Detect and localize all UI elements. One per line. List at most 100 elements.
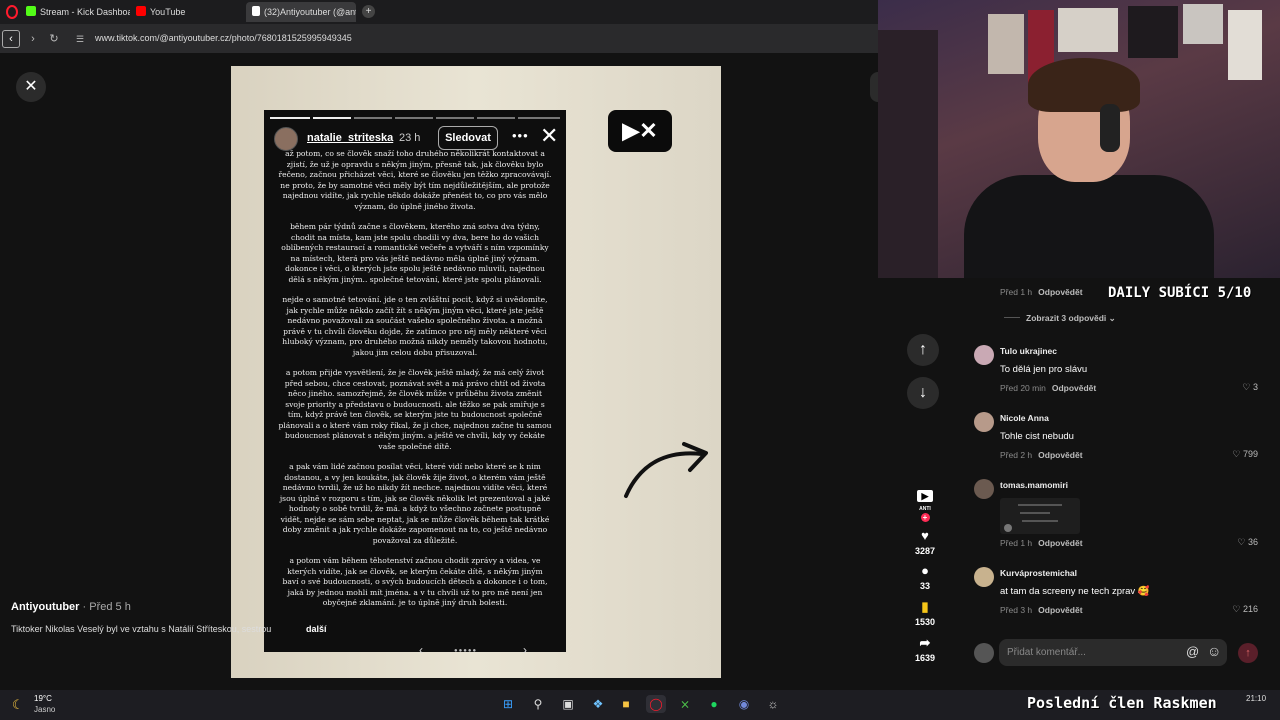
back-button[interactable]: ‹ bbox=[2, 30, 20, 48]
copilot-icon[interactable]: ❖ bbox=[588, 695, 608, 713]
comment-meta: Před 1 h Odpovědět bbox=[1000, 287, 1083, 297]
tab-youtube[interactable]: YouTube bbox=[136, 2, 236, 22]
channel-logo-icon: ▶ bbox=[917, 490, 933, 502]
reply-button[interactable]: Odpovědět bbox=[1038, 538, 1082, 548]
author-name: Antiyoutuber bbox=[11, 601, 80, 613]
comment-image[interactable] bbox=[1000, 498, 1080, 534]
photo-prev-button[interactable]: ‹ bbox=[419, 643, 423, 657]
comment-meta: Před 3 h Odpovědět bbox=[1000, 605, 1083, 615]
door bbox=[878, 30, 938, 278]
headphones bbox=[1100, 104, 1120, 152]
url-field[interactable]: www.tiktok.com/@antiyoutuber.cz/photo/76… bbox=[95, 33, 352, 43]
story-text: až potom, co se člověk snaží toho druhéh… bbox=[278, 149, 552, 629]
xbox-icon[interactable]: ⨯ bbox=[675, 695, 695, 713]
story-paragraph: a potom vám během těhotenství začnou cho… bbox=[282, 556, 548, 607]
site-info-icon[interactable]: ☰ bbox=[72, 31, 88, 47]
previous-post-button[interactable]: ↑ bbox=[907, 334, 939, 366]
story-paragraph: až potom, co se člověk snaží toho druhéh… bbox=[278, 149, 552, 211]
reply-button[interactable]: Odpovědět bbox=[1038, 450, 1082, 460]
story-close-icon: ✕ bbox=[540, 123, 559, 148]
poster bbox=[988, 14, 1024, 74]
follow-plus-icon[interactable]: + bbox=[920, 513, 930, 522]
tab-kick-dashboard[interactable]: Stream - Kick Dashboard bbox=[26, 2, 130, 22]
image-line bbox=[1018, 504, 1062, 506]
post-description: Tiktoker Nikolas Veselý byl ve vztahu s … bbox=[11, 624, 272, 634]
comment-meta: Před 2 h Odpovědět bbox=[1000, 450, 1083, 460]
reload-icon[interactable]: ↻ bbox=[46, 31, 62, 47]
save-action[interactable]: ▮ 1530 bbox=[906, 599, 944, 627]
opera-gx-icon[interactable]: ◯ bbox=[646, 695, 666, 713]
task-view-icon[interactable]: ▣ bbox=[558, 695, 578, 713]
story-avatar bbox=[274, 127, 298, 151]
story-paragraph: a potom přijde vysvětlení, že je člověk … bbox=[278, 368, 552, 451]
comment-like[interactable]: ♡ 799 bbox=[1218, 449, 1258, 460]
poster bbox=[1128, 6, 1178, 58]
emoji-icon[interactable]: ☺ bbox=[1207, 643, 1221, 659]
reply-button[interactable]: Odpovědět bbox=[1038, 287, 1082, 297]
comment-like[interactable]: ♡ 216 bbox=[1218, 604, 1258, 615]
tab-tiktok[interactable]: (32)Antiyoutuber (@antiy bbox=[246, 2, 356, 22]
obs-icon[interactable]: ☼ bbox=[763, 695, 783, 713]
image-avatar bbox=[1004, 524, 1012, 532]
search-button-partial[interactable] bbox=[870, 72, 878, 102]
avatar[interactable] bbox=[974, 567, 994, 587]
description-more-link[interactable]: další bbox=[306, 624, 327, 634]
streamer-webcam bbox=[878, 0, 1280, 278]
story-paragraph: nejde o samotné tetování. jde o ten zvlá… bbox=[282, 295, 548, 357]
post-author[interactable]: Antiyoutuber · Před 5 h bbox=[11, 601, 131, 613]
divider bbox=[1004, 317, 1020, 318]
comment-author[interactable]: Tulo ukrajinec bbox=[1000, 346, 1057, 356]
share-count: 1639 bbox=[914, 653, 936, 663]
weather-condition[interactable]: Jasno bbox=[34, 705, 55, 714]
comment-author[interactable]: Nicole Anna bbox=[1000, 413, 1049, 423]
arrow-icon bbox=[624, 442, 708, 498]
new-tab-button[interactable]: + bbox=[362, 5, 375, 18]
streamer-body bbox=[964, 175, 1214, 278]
story-progress-segment bbox=[436, 117, 474, 119]
comment-action[interactable]: ● 33 bbox=[906, 563, 944, 591]
discord-icon[interactable]: ◉ bbox=[734, 695, 754, 713]
share-action[interactable]: ➦ 1639 bbox=[906, 635, 944, 663]
save-count: 1530 bbox=[914, 617, 936, 627]
reply-button[interactable]: Odpovědět bbox=[1052, 383, 1096, 393]
story-paragraph: a pak vám lidé začnou posílat věci, kter… bbox=[279, 462, 551, 545]
comment-like[interactable]: ♡ 3 bbox=[1218, 382, 1258, 393]
clock[interactable]: 21:10 bbox=[1246, 694, 1266, 703]
close-viewer-button[interactable]: ✕ bbox=[16, 72, 46, 102]
image-line bbox=[1020, 512, 1050, 514]
send-comment-button[interactable]: ↑ bbox=[1238, 643, 1258, 663]
tiktok-icon bbox=[252, 6, 260, 16]
story-paragraph: během pár týdnů začne s člověkem, kteréh… bbox=[281, 222, 549, 284]
like-action[interactable]: ♥ 3287 bbox=[906, 528, 944, 556]
heart-icon: ♥ bbox=[921, 528, 929, 543]
comment-text: To dělá jen pro slávu bbox=[1000, 364, 1088, 375]
poster bbox=[1228, 10, 1262, 80]
file-explorer-icon[interactable]: ■ bbox=[616, 695, 636, 713]
story-time: 23 h bbox=[399, 132, 421, 144]
youtube-icon bbox=[136, 6, 146, 16]
search-icon[interactable]: ⚲ bbox=[528, 695, 548, 713]
comment-author[interactable]: tomas.mamomiri bbox=[1000, 480, 1068, 490]
weather-temperature[interactable]: 19°C bbox=[34, 694, 52, 703]
avatar[interactable] bbox=[974, 412, 994, 432]
comment-text: at tam da screeny ne tech zprav 🥰 bbox=[1000, 586, 1150, 597]
antiyoutuber-logo-badge: ▶✕ bbox=[608, 110, 672, 152]
show-replies-button[interactable]: Zobrazit 3 odpovědi ⌄ bbox=[1004, 313, 1116, 324]
next-post-button[interactable]: ↓ bbox=[907, 377, 939, 409]
avatar[interactable] bbox=[974, 479, 994, 499]
comment-author[interactable]: Kurváprostemichal bbox=[1000, 568, 1077, 578]
moon-icon[interactable]: ☾ bbox=[12, 697, 24, 713]
comment-like[interactable]: ♡ 36 bbox=[1218, 537, 1258, 548]
channel-avatar[interactable]: ▶ ANTI + bbox=[906, 490, 944, 522]
reply-button[interactable]: Odpovědět bbox=[1038, 605, 1082, 615]
address-bar: ‹ › ↻ ☰ www.tiktok.com/@antiyoutuber.cz/… bbox=[0, 24, 878, 53]
opera-logo-icon[interactable] bbox=[6, 5, 18, 19]
mention-icon[interactable]: @ bbox=[1186, 644, 1199, 659]
story-progress-segment bbox=[395, 117, 433, 119]
start-icon[interactable]: ⊞ bbox=[498, 695, 518, 713]
avatar[interactable] bbox=[974, 345, 994, 365]
streamer-hair bbox=[1028, 58, 1140, 112]
forward-button[interactable]: › bbox=[25, 31, 41, 47]
photo-next-button[interactable]: › bbox=[523, 643, 527, 657]
spotify-icon[interactable]: ● bbox=[704, 695, 724, 713]
